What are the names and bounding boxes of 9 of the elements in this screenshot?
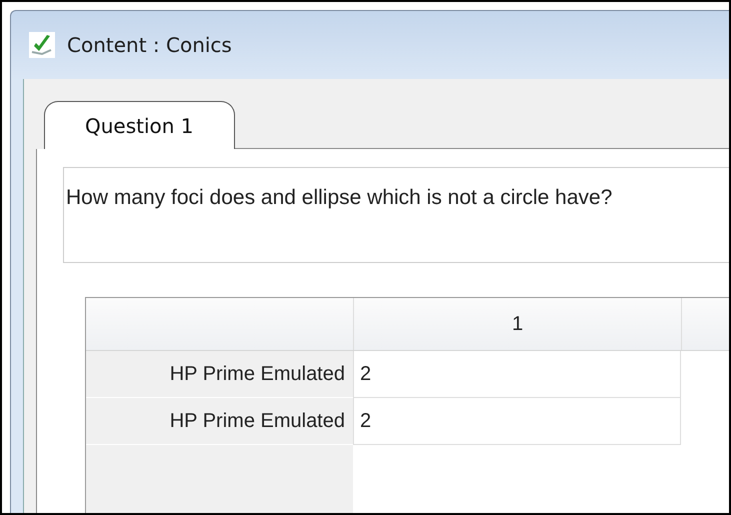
table-cell: 2 (353, 398, 681, 445)
row-header: HP Prime Emulated (86, 351, 353, 398)
question-tab[interactable]: Question 1 (44, 101, 235, 149)
row-header: HP Prime Emulated (86, 398, 353, 445)
checkmark-icon (29, 32, 55, 58)
table-cell: 2 (353, 351, 681, 398)
question-text: How many foci does and ellipse which is not a circle have? (66, 186, 612, 209)
column-header: 1 (354, 298, 682, 350)
window-title: Content : Conics (67, 33, 232, 57)
